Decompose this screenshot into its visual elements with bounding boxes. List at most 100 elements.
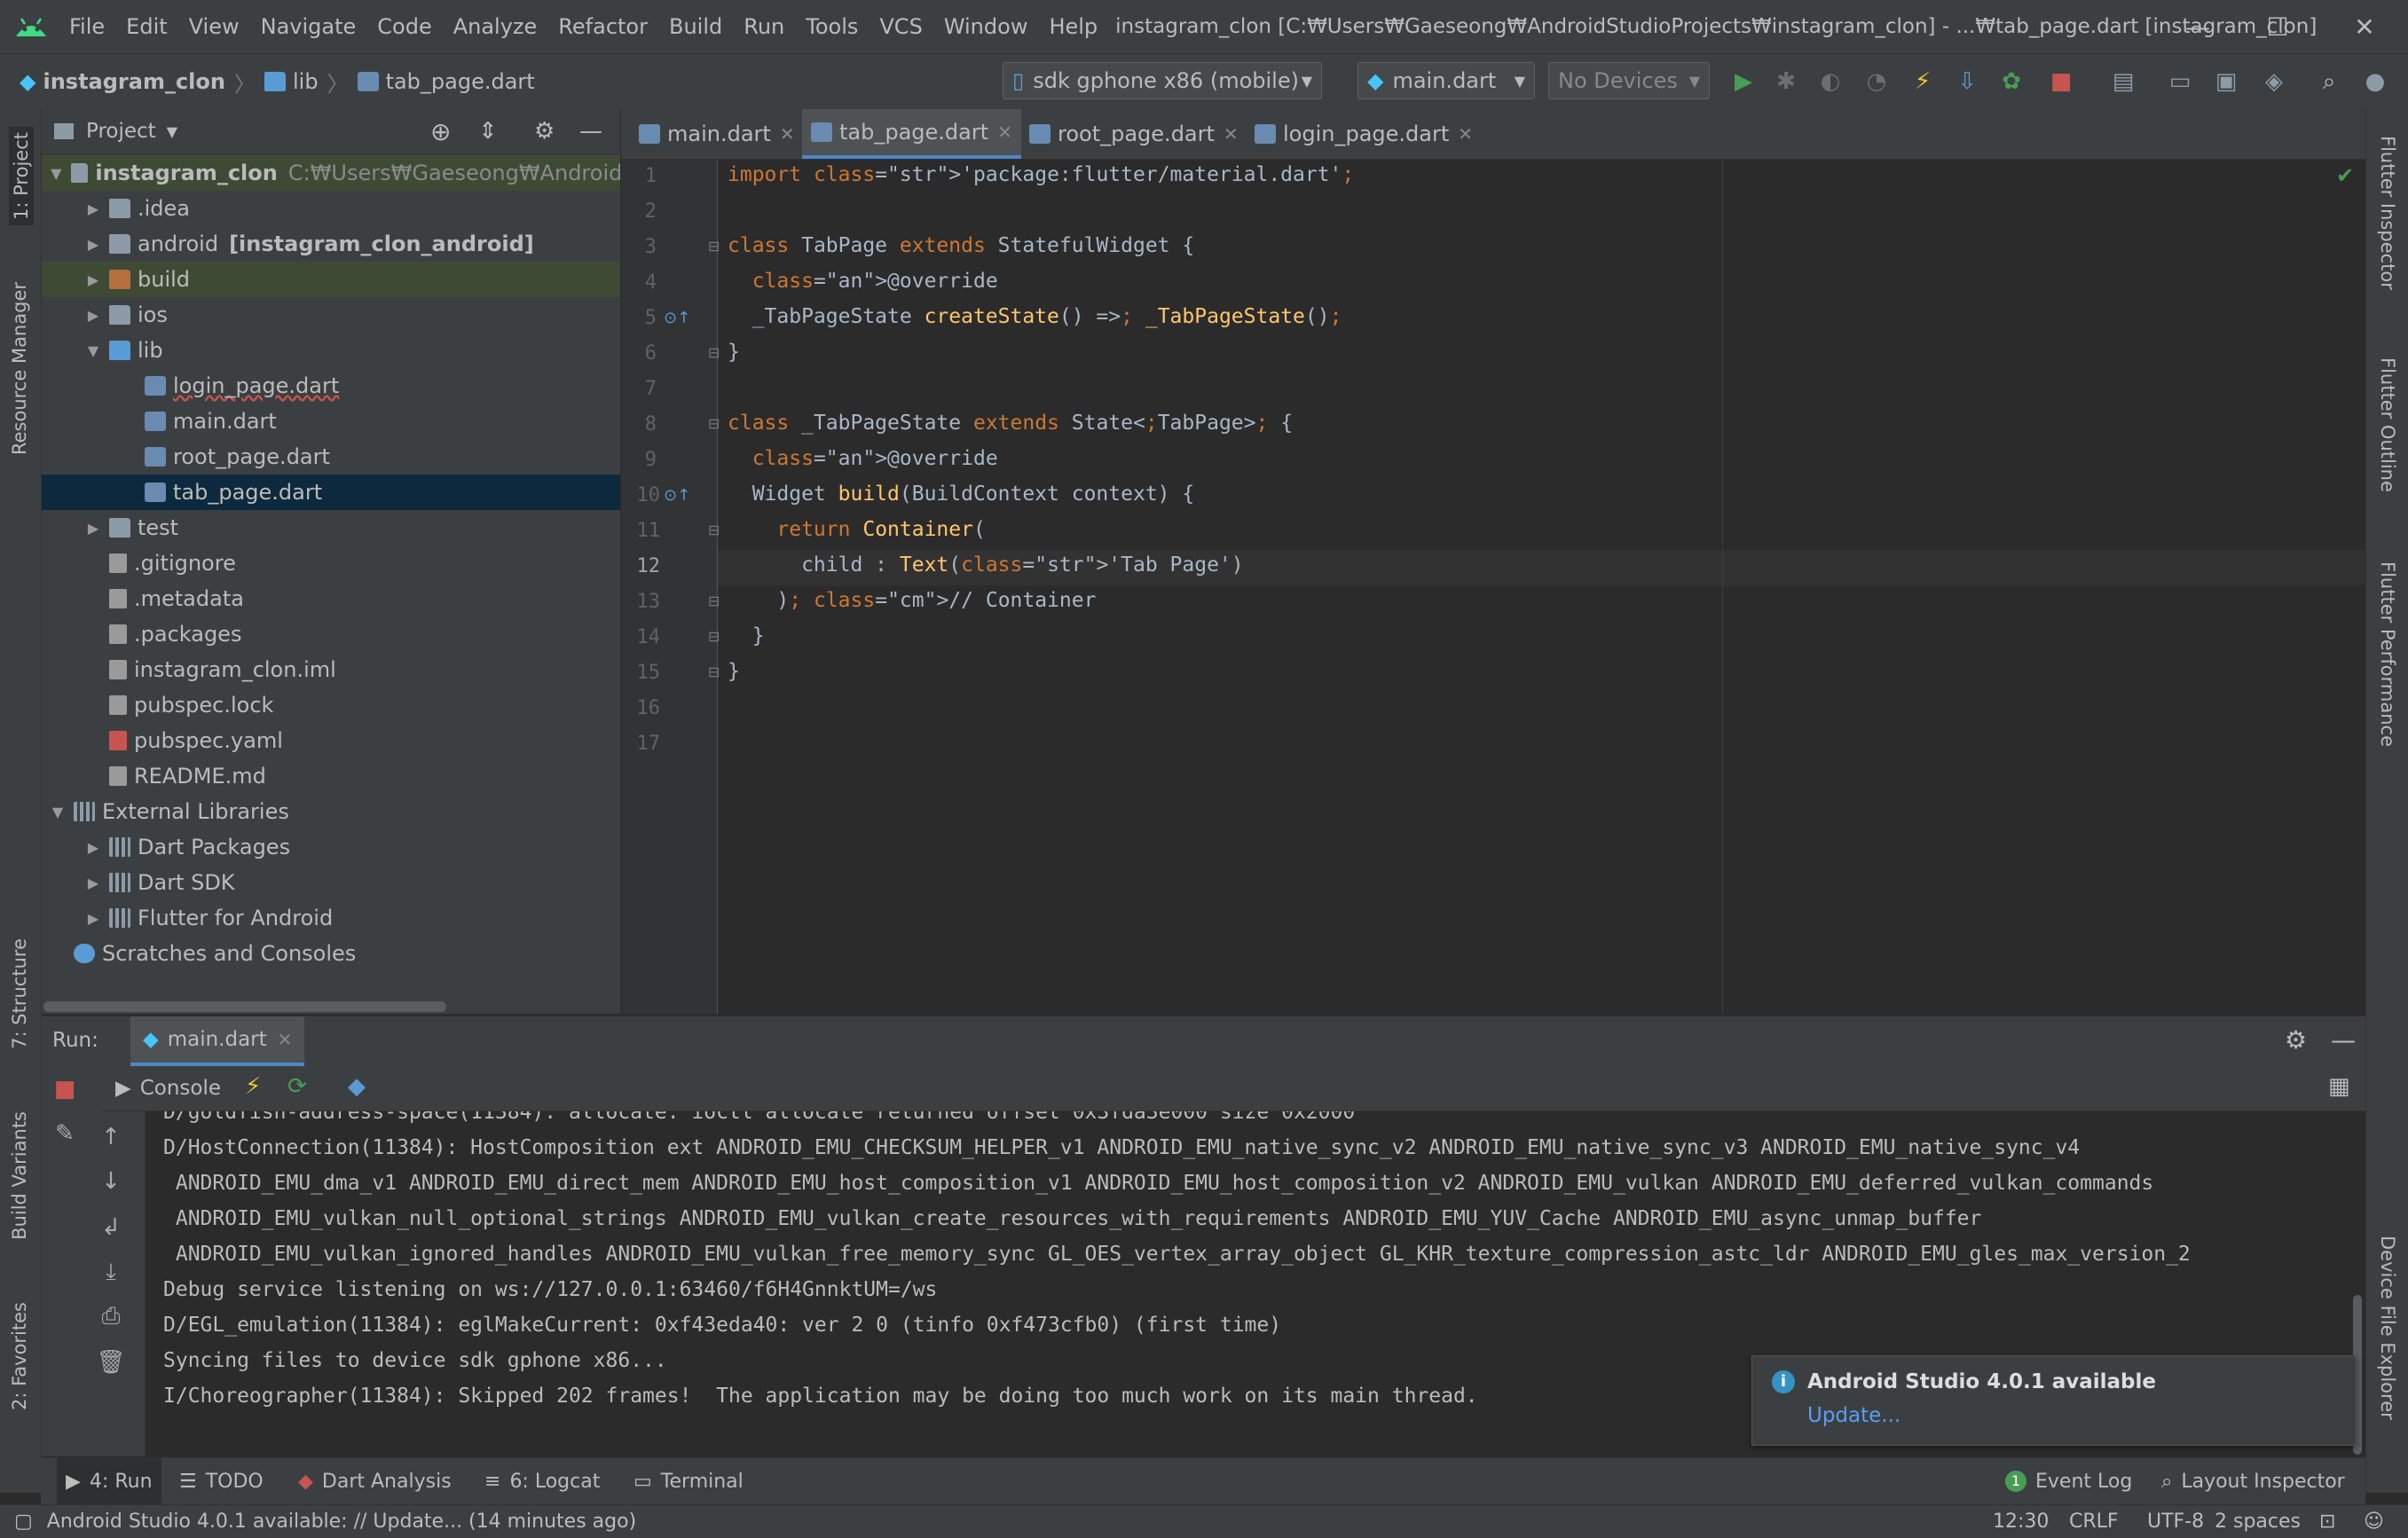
hot-reload-icon[interactable]: ⚡ (1908, 67, 1938, 97)
update-notification[interactable]: i Android Studio 4.0.1 available Update.… (1751, 1355, 2357, 1446)
project-view-selector[interactable]: Project (86, 120, 156, 143)
fold-marker-icon[interactable]: ⊟ (708, 238, 720, 255)
tree-item[interactable]: Scratches and Consoles (42, 936, 620, 971)
project-structure-icon[interactable]: ▤ (2108, 67, 2138, 97)
tab-root-page-dart[interactable]: root_page.dart ✕ (1020, 109, 1247, 159)
console-tab[interactable]: ▶ Console (115, 1066, 221, 1110)
tree-item[interactable]: .metadata (42, 581, 620, 616)
resource-manager-tool-button[interactable]: Resource Manager (9, 282, 30, 455)
scroll-up-icon[interactable]: ↑ (95, 1121, 127, 1153)
hot-restart-icon[interactable]: ⟳ (287, 1073, 307, 1100)
chevron-down-icon[interactable]: ▼ (84, 342, 102, 359)
update-link[interactable]: Update... (1807, 1404, 1900, 1427)
gear-icon[interactable]: ⚙ (2285, 1025, 2307, 1055)
menu-code[interactable]: Code (366, 14, 442, 39)
tree-item[interactable]: root_page.dart (42, 439, 620, 475)
tree-item[interactable]: login_page.dart (42, 368, 620, 404)
stop-icon[interactable]: ■ (49, 1073, 81, 1105)
maximize-button[interactable]: ☐ (2238, 0, 2318, 53)
search-icon[interactable]: ⌕ (2314, 67, 2344, 97)
lock-icon[interactable]: ⊡ (2319, 1511, 2335, 1533)
breadcrumb-lib[interactable]: lib (293, 69, 319, 94)
chevron-right-icon[interactable]: ▶ (84, 520, 102, 537)
avd-manager-icon[interactable]: ▭ (2165, 67, 2195, 97)
override-marker-icon[interactable]: ⊙↑ (664, 309, 690, 327)
close-tab-icon[interactable]: ✕ (278, 1029, 293, 1050)
dart-devtools-icon[interactable]: ◆ (348, 1073, 366, 1100)
tree-item[interactable]: ▶ ios (42, 297, 620, 333)
file-encoding[interactable]: UTF-8 (2147, 1511, 2204, 1533)
sync-icon[interactable]: ◈ (2259, 67, 2289, 97)
code-line[interactable]: } (728, 341, 740, 364)
devices-selector[interactable]: No Devices ▼ (1548, 62, 1710, 99)
menu-view[interactable]: View (178, 14, 250, 39)
chevron-right-icon[interactable]: ▶ (84, 875, 102, 891)
code-line[interactable]: } (728, 624, 765, 647)
code-line[interactable]: child : Text(class="str">'Tab Page') (728, 553, 1244, 577)
fold-marker-icon[interactable]: ⊟ (708, 415, 720, 432)
close-tab-icon[interactable]: ✕ (1458, 123, 1473, 145)
layout-icon[interactable]: ▦ (2328, 1073, 2350, 1100)
chevron-down-icon[interactable]: ▼ (49, 804, 67, 820)
profile-icon[interactable]: ◔ (1861, 67, 1892, 97)
fold-marker-icon[interactable]: ⊟ (708, 663, 720, 680)
code-line[interactable]: Widget build(BuildContext context) { (728, 483, 1195, 506)
menu-edit[interactable]: Edit (115, 14, 177, 39)
tree-item[interactable]: .gitignore (42, 545, 620, 581)
hide-panel-icon[interactable]: — (2331, 1025, 2356, 1055)
tree-item[interactable]: pubspec.yaml (42, 723, 620, 758)
menu-tools[interactable]: Tools (795, 14, 869, 39)
line-separator[interactable]: CRLF (2069, 1511, 2119, 1533)
tree-item[interactable]: ▶ android [instagram_clon_android] (42, 226, 620, 262)
flutter-outline-tool-button[interactable]: Flutter Outline (2377, 357, 2398, 492)
tab-main-dart[interactable]: main.dart ✕ (630, 109, 804, 159)
chevron-right-icon[interactable]: ▶ (84, 839, 102, 856)
chevron-down-icon[interactable]: ▼ (49, 165, 64, 182)
minimize-button[interactable]: — (2158, 0, 2238, 53)
tab-login-page-dart[interactable]: login_page.dart ✕ (1246, 109, 1482, 159)
menu-vcs[interactable]: VCS (869, 14, 933, 39)
structure-tool-button[interactable]: 7: Structure (9, 938, 30, 1049)
tree-item[interactable]: ▼ External Libraries (42, 794, 620, 829)
collapse-all-icon[interactable]: ⇕ (478, 118, 498, 145)
close-window-button[interactable]: ✕ (2325, 0, 2404, 53)
scroll-to-end-icon[interactable]: ⤓ (95, 1256, 127, 1288)
gear-icon[interactable]: ⚙ (534, 118, 555, 145)
code-line[interactable]: _TabPageState createState() =>; _TabPage… (728, 305, 1342, 328)
inspector-face-icon[interactable]: ☺ (2364, 1511, 2384, 1533)
chevron-down-icon[interactable]: ▼ (167, 123, 177, 140)
fold-marker-icon[interactable]: ⊟ (708, 628, 720, 645)
tree-item[interactable]: README.md (42, 758, 620, 794)
code-line[interactable]: class="an">@override (728, 447, 998, 470)
chevron-right-icon[interactable]: ▶ (84, 307, 102, 324)
clear-all-icon[interactable]: 🗑 (95, 1346, 127, 1378)
run-icon[interactable]: ▶ (1728, 67, 1759, 97)
breadcrumb-project[interactable]: instagram_clon (43, 69, 225, 94)
tree-item[interactable]: ▶ Dart Packages (42, 829, 620, 865)
tree-item[interactable]: ▼ lib (42, 333, 620, 368)
logcat-tool-button[interactable]: ≡ 6: Logcat (484, 1458, 600, 1504)
indent-setting[interactable]: 2 spaces (2215, 1511, 2301, 1533)
device-selector[interactable]: ▯ sdk gphone x86 (mobile) ▼ (1003, 62, 1322, 99)
menu-file[interactable]: File (59, 14, 115, 39)
tree-item[interactable]: ▼ instagram_clon C:₩Users₩Gaeseong₩Android… (42, 155, 620, 191)
event-log-tool-button[interactable]: 1 Event Log (2005, 1458, 2132, 1504)
terminal-tool-button[interactable]: ▭ Terminal (633, 1458, 744, 1504)
tree-item[interactable]: main.dart (42, 404, 620, 439)
layout-inspector-tool-button[interactable]: ⌕ Layout Inspector (2161, 1458, 2345, 1504)
device-file-explorer-tool-button[interactable]: Device File Explorer (2377, 1236, 2398, 1420)
tab-tab-page-dart[interactable]: tab_page.dart ✕ (802, 109, 1021, 159)
flutter-inspector-tool-button[interactable]: Flutter Inspector (2377, 136, 2398, 290)
menu-navigate[interactable]: Navigate (250, 14, 367, 39)
hot-reload-icon[interactable]: ⚡ (245, 1073, 261, 1100)
menu-refactor[interactable]: Refactor (547, 14, 658, 39)
tree-item[interactable]: ▶ Dart SDK (42, 865, 620, 900)
account-icon[interactable]: ● (2360, 67, 2390, 97)
menu-analyze[interactable]: Analyze (443, 14, 548, 39)
chevron-right-icon[interactable]: ▶ (84, 271, 102, 288)
close-tab-icon[interactable]: ✕ (780, 123, 795, 145)
sdk-manager-icon[interactable]: ▣ (2211, 67, 2241, 97)
chevron-right-icon[interactable]: ▶ (84, 236, 102, 253)
status-panel-icon[interactable]: ▢ (14, 1511, 33, 1533)
code-line[interactable]: class _TabPageState extends State<;TabPa… (728, 412, 1293, 435)
